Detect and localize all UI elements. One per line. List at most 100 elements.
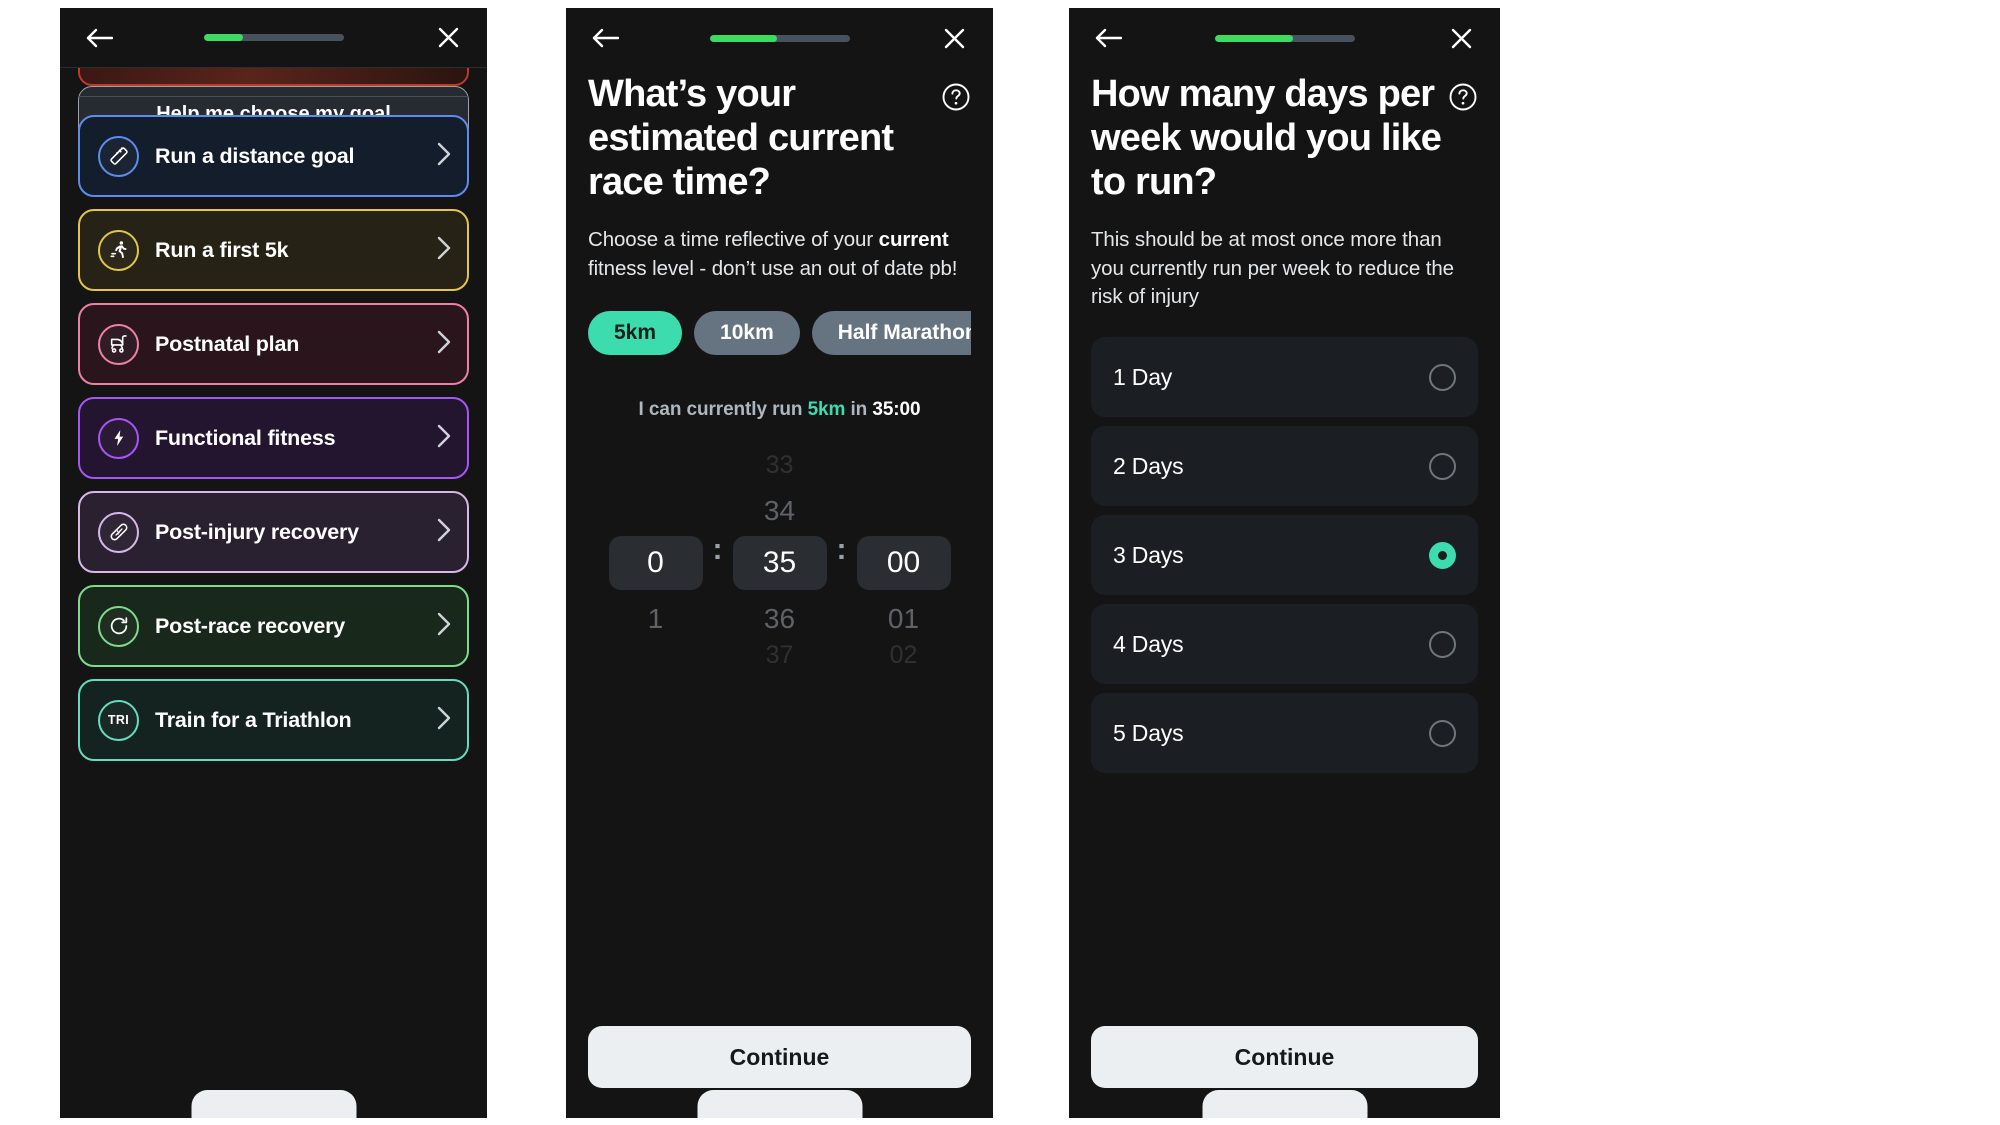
summary-prefix: I can currently run: [638, 398, 808, 420]
footer: Continue: [1069, 1026, 1500, 1118]
hours-cell-below1: 1: [647, 602, 664, 634]
chevron-right-icon: [437, 330, 451, 359]
goal-scroll-area[interactable]: Run a distance goal Run a first 5k Postnat…: [60, 68, 487, 1118]
time-picker[interactable]: 0 1 : 33 34 35 36 37 : 00 01 02: [588, 435, 971, 669]
chevron-right-icon: [437, 424, 451, 453]
refresh-icon: [98, 605, 139, 647]
day-option-5-days[interactable]: 5 Days: [1091, 693, 1478, 774]
day-option-4-days[interactable]: 4 Days: [1091, 604, 1478, 685]
goal-card-label: Post-injury recovery: [155, 519, 359, 544]
days-content: How many days per week would you like to…: [1069, 68, 1500, 1026]
distance-pill-row: 5km 10km Half Marathon: [588, 310, 971, 355]
seconds-cell-below2: 02: [889, 640, 918, 669]
summary-mid: in: [845, 398, 873, 420]
tri-icon: TRI: [98, 699, 139, 741]
bolt-icon: [98, 417, 139, 459]
goal-card-label: Postnatal plan: [155, 331, 300, 356]
topbar: [1069, 8, 1500, 68]
goal-card-label: Run a distance goal: [155, 143, 355, 168]
continue-button[interactable]: Continue: [588, 1026, 971, 1088]
question-circle-icon[interactable]: [1448, 82, 1478, 112]
seconds-cell-below1: 01: [887, 602, 920, 634]
goal-card-functional-fitness[interactable]: Functional fitness: [78, 397, 469, 479]
page-subtitle: Choose a time reflective of your current…: [588, 226, 971, 283]
race-time-content: What’s your estimated current race time?…: [566, 68, 993, 1026]
minutes-cell-above2: 33: [765, 450, 794, 479]
minutes-cell-above1: 34: [763, 494, 796, 526]
goal-card-post-race-recovery[interactable]: Post-race recovery: [78, 585, 469, 667]
close-button[interactable]: [431, 21, 465, 55]
goal-card-label: Run a first 5k: [155, 237, 289, 262]
summary-time: 35:00: [872, 398, 921, 420]
distance-pill-half-marathon[interactable]: Half Marathon: [811, 310, 971, 355]
picker-separator-2: :: [836, 532, 847, 566]
page-title: What’s your estimated current race time?: [588, 73, 894, 204]
back-button[interactable]: [588, 21, 622, 55]
screen-goal-picker: Run a distance goal Run a first 5k Postnat…: [60, 8, 487, 1118]
divider: [78, 96, 469, 97]
radio-button[interactable]: [1429, 541, 1456, 569]
minutes-cell-below1: 36: [763, 602, 796, 634]
goal-card-label: Train for a Triathlon: [155, 707, 352, 732]
radio-button[interactable]: [1429, 363, 1456, 391]
goal-card-label: Functional fitness: [155, 425, 336, 450]
progress-bar: [1125, 34, 1444, 42]
continue-button[interactable]: Continue: [1091, 1026, 1478, 1088]
radio-button[interactable]: [1429, 719, 1456, 747]
partially-scrolled-card[interactable]: [78, 68, 469, 86]
seconds-cell-selected[interactable]: 00: [856, 535, 951, 590]
continue-label: Continue: [1234, 1043, 1335, 1070]
hours-cell-selected[interactable]: 0: [608, 535, 703, 590]
day-option-label: 1 Day: [1113, 363, 1173, 390]
chevron-right-icon: [437, 612, 451, 641]
goal-card-run-a-first-5k[interactable]: Run a first 5k: [78, 209, 469, 291]
goal-card-train-for-a-triathlon[interactable]: TRI Train for a Triathlon: [78, 679, 469, 761]
close-button[interactable]: [937, 21, 971, 55]
question-row: What’s your estimated current race time?: [588, 68, 971, 204]
back-button[interactable]: [82, 21, 116, 55]
topbar: [566, 8, 993, 68]
progress-bar: [116, 34, 431, 41]
runner-icon: [98, 229, 139, 271]
summary-distance: 5km: [807, 398, 846, 420]
topbar: [60, 8, 487, 68]
distance-pill-10km[interactable]: 10km: [694, 310, 800, 355]
page-subtitle: This should be at most once more than yo…: [1091, 228, 1454, 308]
goal-card-postnatal-plan[interactable]: Postnatal plan: [78, 303, 469, 385]
back-button[interactable]: [1091, 21, 1125, 55]
question-row: How many days per week would you like to…: [1091, 68, 1478, 204]
ruler-icon: [98, 135, 139, 177]
minutes-wheel[interactable]: 33 34 35 36 37: [732, 435, 827, 669]
day-option-label: 3 Days: [1113, 541, 1184, 568]
page-title: How many days per week would you like to…: [1091, 73, 1442, 204]
radio-button[interactable]: [1429, 630, 1456, 658]
footer: Continue: [566, 1026, 993, 1118]
question-circle-icon[interactable]: [941, 82, 971, 112]
subtitle-part-0: Choose a time reflective of your: [588, 228, 879, 252]
close-button[interactable]: [1444, 21, 1478, 55]
progress-bar: [622, 34, 937, 42]
chevron-right-icon: [437, 236, 451, 265]
seconds-wheel[interactable]: 00 01 02: [856, 435, 951, 669]
radio-button[interactable]: [1429, 452, 1456, 480]
days-option-list: 1 Day 2 Days 3 Days 4 Days 5 Days: [1091, 337, 1478, 782]
minutes-cell-below2: 37: [765, 640, 794, 669]
chevron-right-icon: [437, 518, 451, 547]
stroller-icon: [98, 323, 139, 365]
day-option-3-days[interactable]: 3 Days: [1091, 515, 1478, 596]
hours-wheel[interactable]: 0 1: [608, 435, 703, 665]
home-indicator: [191, 1090, 356, 1118]
goal-card-run-a-distance-goal[interactable]: Run a distance goal: [78, 115, 469, 197]
subtitle-part-2: fitness level - don’t use an out of date…: [588, 256, 958, 280]
minutes-cell-selected[interactable]: 35: [732, 535, 827, 590]
chevron-right-icon: [437, 706, 451, 735]
home-indicator: [1202, 1090, 1367, 1118]
goal-card-post-injury-recovery[interactable]: Post-injury recovery: [78, 491, 469, 573]
day-option-2-days[interactable]: 2 Days: [1091, 426, 1478, 507]
day-option-label: 5 Days: [1113, 719, 1184, 746]
subtitle-part-1: current: [878, 228, 949, 252]
screenshot-stage: Run a distance goal Run a first 5k Postnat…: [0, 0, 2000, 1125]
bandage-icon: [98, 511, 139, 553]
day-option-1-day[interactable]: 1 Day: [1091, 337, 1478, 418]
distance-pill-5km[interactable]: 5km: [588, 310, 683, 355]
